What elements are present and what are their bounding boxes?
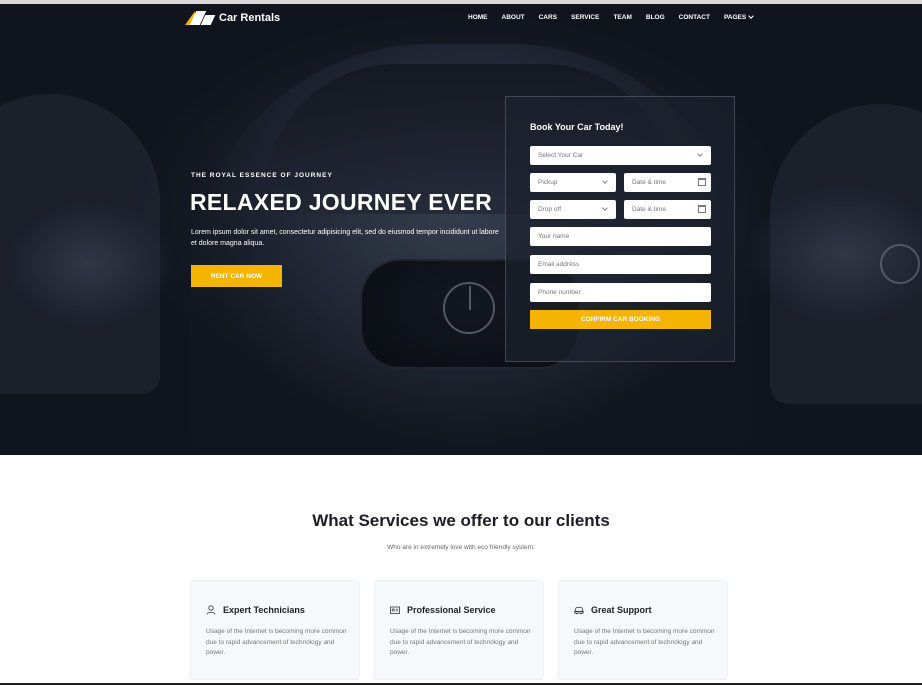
nav-item-contact[interactable]: CONTACT — [679, 14, 710, 21]
service-card-text: Usage of the Internet is becoming more c… — [574, 628, 715, 656]
nav-item-cars[interactable]: CARS — [539, 14, 557, 21]
dropoff-date-placeholder: Date & time — [632, 206, 666, 213]
service-card-text: Usage of the Internet is becoming more c… — [206, 628, 347, 656]
service-card-title: Great Support — [591, 605, 652, 615]
nav-item-blog[interactable]: BLOG — [646, 14, 665, 21]
nav-item-home[interactable]: HOME — [468, 14, 488, 21]
services-subtitle: Who are in extremely love with eco frien… — [387, 544, 535, 551]
logo-mark-icon — [185, 11, 216, 25]
dropoff-date-field[interactable]: Date & time — [624, 200, 711, 219]
rent-car-now-button[interactable]: RENT CAR NOW — [191, 265, 282, 287]
nav-item-team[interactable]: TEAM — [613, 14, 631, 21]
car-select[interactable]: Select Your Car — [530, 146, 711, 165]
name-input[interactable]: Your name — [530, 227, 711, 246]
dropoff-select-value: Drop off — [538, 206, 562, 213]
car-select-value: Select Your Car — [538, 152, 584, 159]
pickup-date-field[interactable]: Date & time — [624, 173, 711, 192]
hero-description: Lorem ipsum dolor sit amet, consectetur … — [191, 229, 499, 247]
nav-item-service[interactable]: SERVICE — [571, 14, 599, 21]
brand-name: Car Rentals — [219, 12, 281, 24]
phone-input[interactable]: Phone number — [530, 283, 711, 302]
email-input-placeholder: Email address — [538, 261, 580, 268]
booking-form: Book Your Car Today! Select Your Car Pic… — [505, 96, 735, 362]
service-card-text: Usage of the Internet is becoming more c… — [390, 628, 531, 656]
id-card-icon — [390, 606, 400, 614]
chevron-down-icon — [602, 205, 608, 211]
services-title: What Services we offer to our clients — [312, 511, 610, 530]
pickup-select-value: Pickup — [538, 179, 558, 186]
service-card-great-support[interactable]: Great Support Usage of the Internet is b… — [558, 580, 728, 680]
service-card-expert-technicians[interactable]: Expert Technicians Usage of the Internet… — [190, 580, 360, 680]
pickup-date-placeholder: Date & time — [632, 179, 666, 186]
booking-form-title: Book Your Car Today! — [530, 122, 624, 132]
hero-eyebrow: THE ROYAL ESSENCE OF JOURNEY — [191, 172, 333, 179]
service-card-title: Expert Technicians — [223, 605, 305, 615]
dropoff-select[interactable]: Drop off — [530, 200, 616, 219]
hero-headline: RELAXED JOURNEY EVER — [190, 189, 493, 215]
calendar-icon[interactable] — [698, 178, 706, 186]
nav-item-about[interactable]: ABOUT — [502, 14, 525, 21]
chevron-down-icon — [748, 13, 755, 19]
top-nav: Car Rentals HOME ABOUT CARS SERVICE TEAM… — [0, 4, 922, 34]
pickup-select[interactable]: Pickup — [530, 173, 616, 192]
brand-logo[interactable]: Car Rentals — [185, 11, 280, 25]
nav-item-pages[interactable]: PAGES — [723, 13, 755, 21]
user-icon — [206, 605, 216, 615]
service-card-title: Professional Service — [407, 605, 496, 615]
chevron-down-icon — [697, 151, 703, 157]
main-menu: HOME ABOUT CARS SERVICE TEAM BLOG CONTAC… — [468, 13, 755, 21]
car-icon — [574, 607, 584, 615]
email-input[interactable]: Email address — [530, 255, 711, 274]
calendar-icon[interactable] — [698, 205, 706, 213]
name-input-placeholder: Your name — [538, 233, 570, 240]
confirm-booking-button[interactable]: CONFIRM CAR BOOKING — [530, 310, 711, 329]
phone-input-placeholder: Phone number — [538, 289, 581, 296]
nav-item-pages-label: PAGES — [723, 14, 747, 21]
service-card-professional-service[interactable]: Professional Service Usage of the Intern… — [374, 580, 544, 680]
chevron-down-icon — [602, 178, 608, 184]
